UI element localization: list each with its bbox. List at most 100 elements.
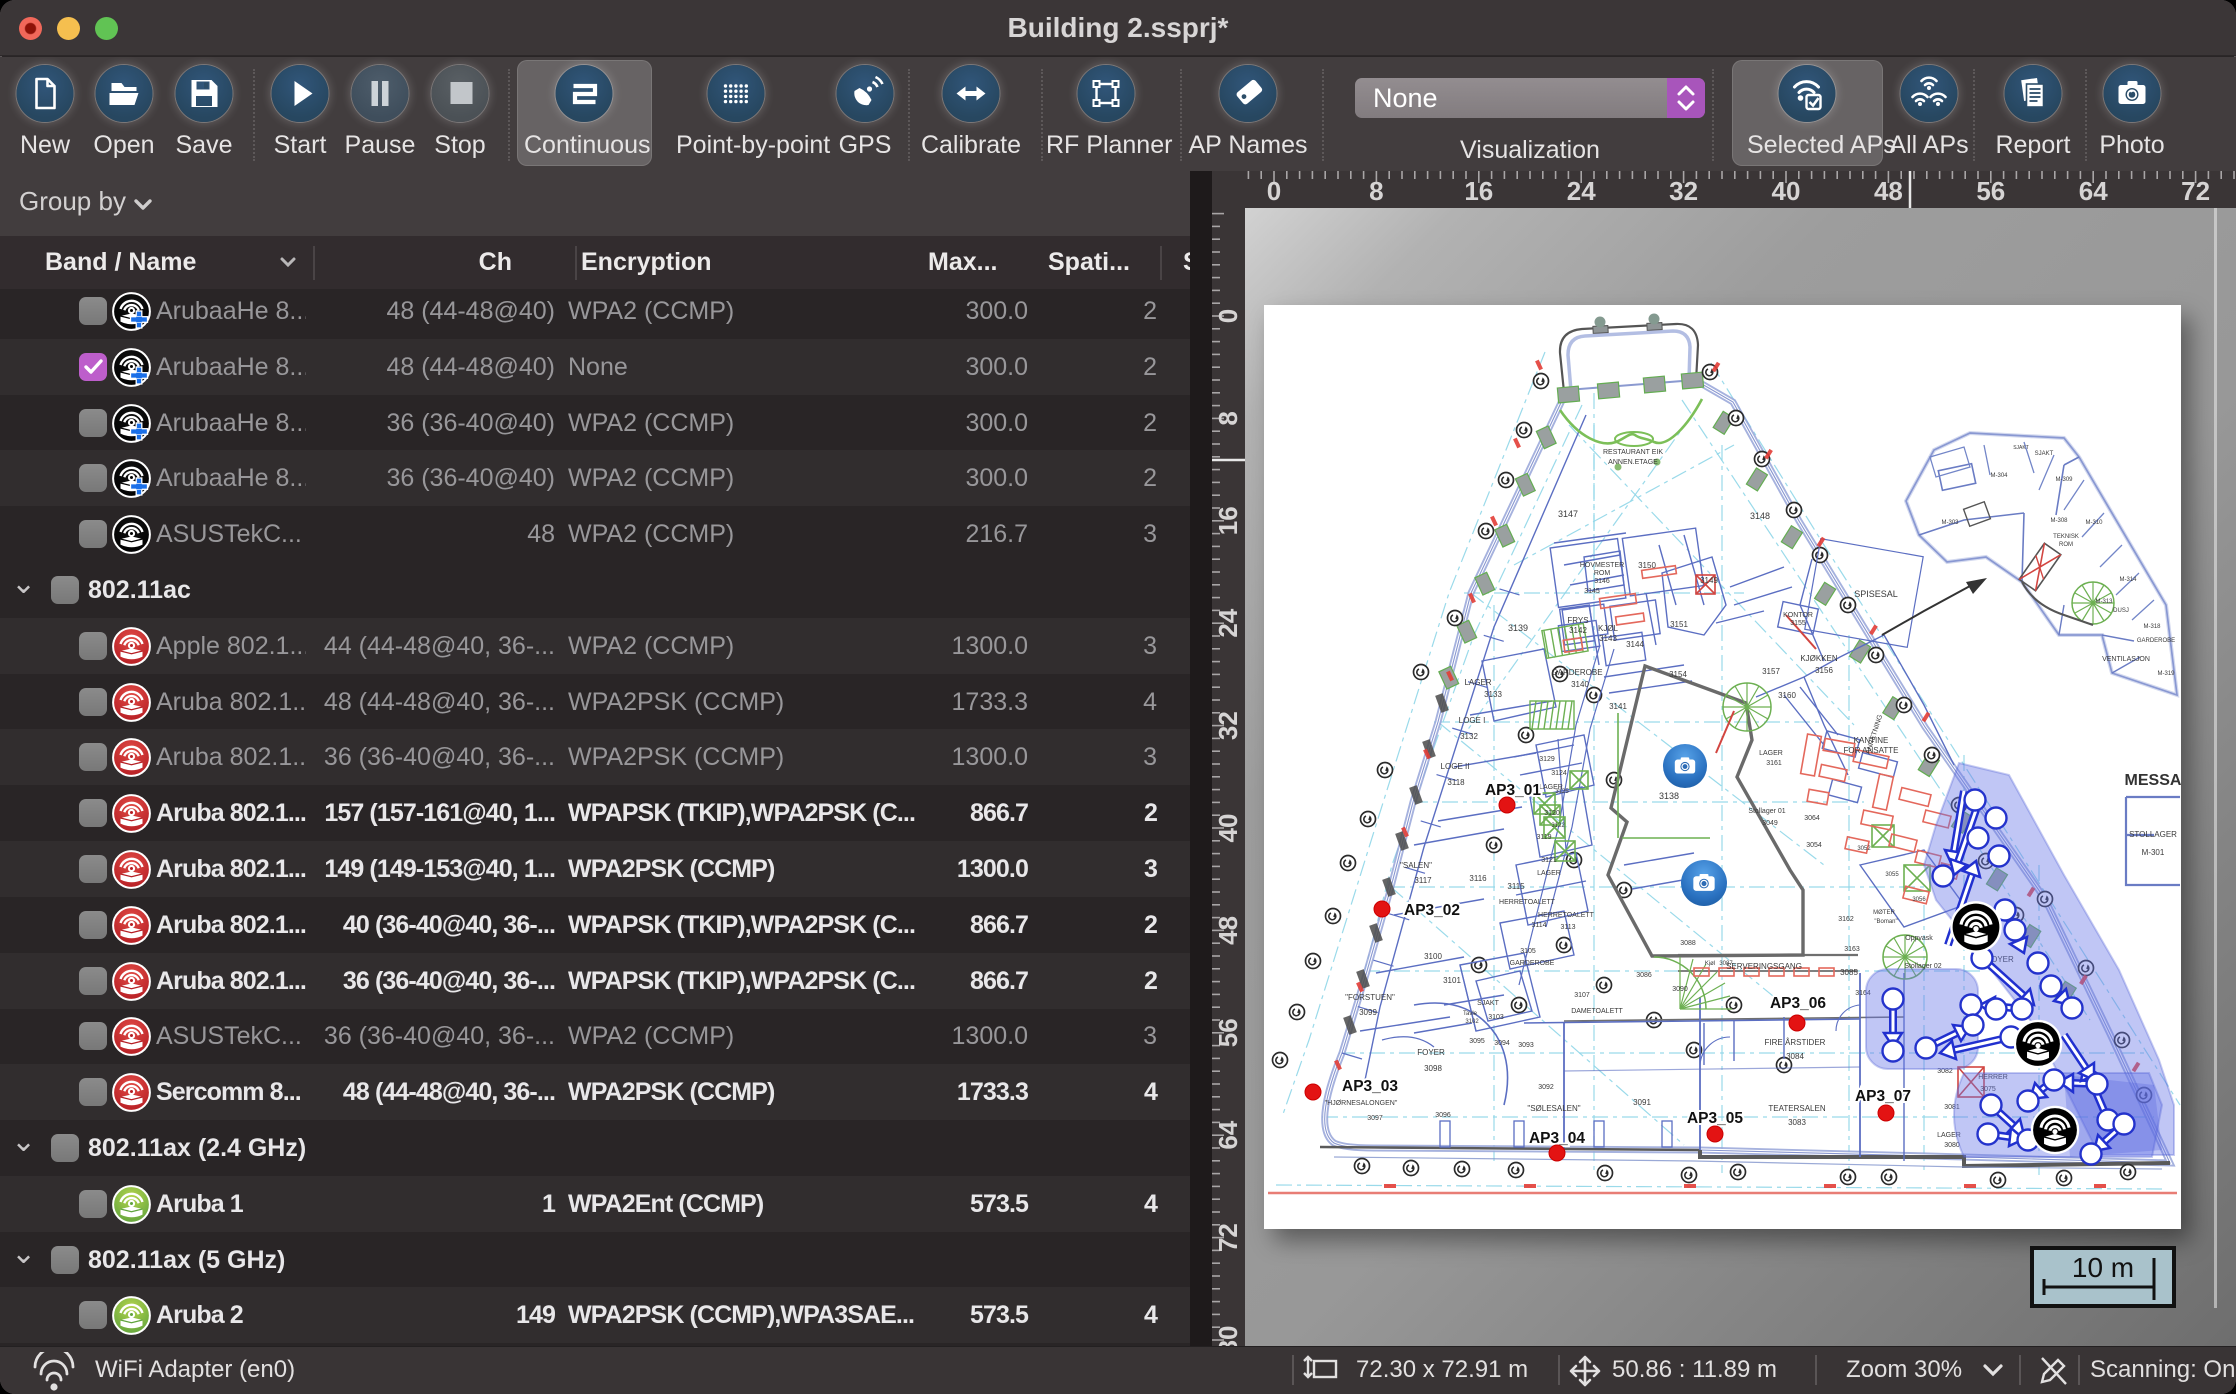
svg-text:RESTAURANT EIK: RESTAURANT EIK <box>1603 449 1663 456</box>
svg-text:AP3_07: AP3_07 <box>1855 1088 1911 1105</box>
svg-text:3160: 3160 <box>1778 691 1796 700</box>
svg-text:3103: 3103 <box>1488 1014 1504 1021</box>
svg-text:3056: 3056 <box>1912 897 1926 903</box>
svg-text:M-313: M-313 <box>2095 599 2113 605</box>
svg-text:M-301: M-301 <box>2142 848 2165 857</box>
svg-text:3151: 3151 <box>1670 620 1688 629</box>
svg-text:3120: 3120 <box>1544 810 1560 817</box>
svg-text:TEATERSALEN: TEATERSALEN <box>1768 1104 1825 1113</box>
svg-text:3122: 3122 <box>1551 823 1565 829</box>
svg-text:DUSJ: DUSJ <box>2113 608 2129 614</box>
svg-text:3105: 3105 <box>1520 948 1536 955</box>
svg-text:3163: 3163 <box>1844 946 1860 953</box>
svg-text:Tavle: Tavle <box>1463 1011 1478 1017</box>
svg-text:48: 48 <box>1874 176 1903 206</box>
svg-text:56: 56 <box>1213 1018 1243 1047</box>
svg-text:3138: 3138 <box>1659 791 1679 801</box>
svg-text:M-303: M-303 <box>1941 520 1959 526</box>
svg-text:KONTOR: KONTOR <box>1783 612 1813 619</box>
svg-text:3121: 3121 <box>1541 857 1557 864</box>
svg-text:FRYS: FRYS <box>1567 616 1588 625</box>
svg-text:LAGER: LAGER <box>1537 870 1561 877</box>
svg-text:0: 0 <box>1267 176 1281 206</box>
svg-text:3113: 3113 <box>1560 924 1575 931</box>
svg-text:32: 32 <box>1213 711 1243 740</box>
svg-text:"HJØRNESALONGEN": "HJØRNESALONGEN" <box>1325 1100 1398 1107</box>
svg-text:3088: 3088 <box>1680 940 1696 947</box>
svg-text:24: 24 <box>1567 176 1596 206</box>
svg-text:M-308: M-308 <box>2050 518 2068 524</box>
svg-text:3085: 3085 <box>1840 968 1858 977</box>
svg-text:DAMETOALETT: DAMETOALETT <box>1571 1008 1623 1015</box>
svg-text:AP3_02: AP3_02 <box>1404 902 1460 919</box>
svg-text:8: 8 <box>1369 176 1383 206</box>
svg-text:3141: 3141 <box>1609 702 1627 711</box>
svg-text:3154: 3154 <box>1669 670 1687 679</box>
svg-text:72: 72 <box>2181 176 2210 206</box>
svg-text:KJØL: KJØL <box>1598 624 1619 633</box>
svg-text:MESSA: MESSA <box>2125 772 2181 789</box>
svg-text:AP3_06: AP3_06 <box>1770 995 1826 1012</box>
svg-text:"Boman": "Boman" <box>1874 919 1897 925</box>
svg-text:3145: 3145 <box>1584 588 1600 595</box>
svg-text:FOR ANSATTE: FOR ANSATTE <box>1844 746 1899 755</box>
svg-text:FIRE ÅRSTIDER: FIRE ÅRSTIDER <box>1765 1038 1826 1047</box>
svg-text:3098: 3098 <box>1424 1064 1442 1073</box>
svg-text:3102: 3102 <box>1465 1019 1479 1025</box>
svg-text:KJØKKEN: KJØKKEN <box>1800 654 1838 663</box>
svg-text:8: 8 <box>1213 411 1243 425</box>
svg-text:STOLLAGER: STOLLAGER <box>2129 830 2177 839</box>
svg-text:3144: 3144 <box>1626 640 1644 649</box>
svg-text:3049: 3049 <box>1762 820 1778 827</box>
svg-text:LAGER: LAGER <box>1759 750 1783 757</box>
svg-text:LAGER: LAGER <box>1464 678 1491 687</box>
svg-text:ROM: ROM <box>1594 570 1611 577</box>
svg-text:3156: 3156 <box>1815 666 1833 675</box>
svg-text:3157: 3157 <box>1762 667 1780 676</box>
svg-text:72: 72 <box>1213 1223 1243 1252</box>
svg-text:64: 64 <box>2079 176 2108 206</box>
svg-text:0: 0 <box>1213 309 1243 323</box>
svg-text:3139: 3139 <box>1508 623 1528 633</box>
svg-text:64: 64 <box>1213 1120 1243 1149</box>
svg-text:48: 48 <box>1213 916 1243 945</box>
svg-text:M-310: M-310 <box>2085 520 2103 526</box>
svg-text:80: 80 <box>1213 1326 1243 1346</box>
svg-text:SJAKT: SJAKT <box>2035 451 2054 457</box>
svg-text:3146: 3146 <box>1594 578 1610 585</box>
svg-text:16: 16 <box>1464 176 1493 206</box>
svg-text:3118: 3118 <box>1447 778 1465 787</box>
svg-text:VENTILASJON: VENTILASJON <box>2102 656 2150 663</box>
svg-text:3054: 3054 <box>1806 842 1822 849</box>
svg-text:3055: 3055 <box>1885 872 1899 878</box>
svg-text:3119: 3119 <box>1536 834 1551 841</box>
svg-text:SJAKT: SJAKT <box>2013 445 2029 451</box>
svg-text:SJAKT: SJAKT <box>1477 1000 1500 1007</box>
svg-text:16: 16 <box>1213 506 1243 535</box>
svg-text:32: 32 <box>1669 176 1698 206</box>
svg-text:3099: 3099 <box>1359 1008 1377 1017</box>
svg-text:M-304: M-304 <box>1990 473 2008 479</box>
svg-text:40: 40 <box>1772 176 1801 206</box>
svg-text:40: 40 <box>1213 814 1243 843</box>
svg-text:3155: 3155 <box>1790 620 1806 627</box>
svg-text:3140: 3140 <box>1571 680 1589 689</box>
svg-text:"SØLESALEN": "SØLESALEN" <box>1527 1104 1580 1113</box>
svg-text:3147: 3147 <box>1558 509 1578 519</box>
svg-text:GARDEROBE: GARDEROBE <box>1510 960 1555 967</box>
svg-text:3143: 3143 <box>1599 634 1617 643</box>
svg-text:3114: 3114 <box>1531 922 1546 929</box>
svg-text:3094: 3094 <box>1494 1040 1510 1047</box>
svg-text:KANTINE: KANTINE <box>1854 736 1889 745</box>
svg-text:M-318: M-318 <box>2143 624 2161 630</box>
svg-text:AP3_05: AP3_05 <box>1687 1110 1743 1127</box>
svg-text:Kjøl: Kjøl <box>1705 961 1715 967</box>
svg-text:3148: 3148 <box>1750 511 1770 521</box>
svg-text:"FORSTUEN": "FORSTUEN" <box>1345 993 1395 1002</box>
svg-text:3087: 3087 <box>1719 961 1733 967</box>
svg-text:3132: 3132 <box>1460 732 1478 741</box>
svg-text:3093: 3093 <box>1518 1042 1534 1049</box>
svg-text:ROM: ROM <box>2059 542 2073 548</box>
svg-text:3117: 3117 <box>1414 876 1432 885</box>
svg-text:HERRETOALETT: HERRETOALETT <box>1499 899 1556 906</box>
